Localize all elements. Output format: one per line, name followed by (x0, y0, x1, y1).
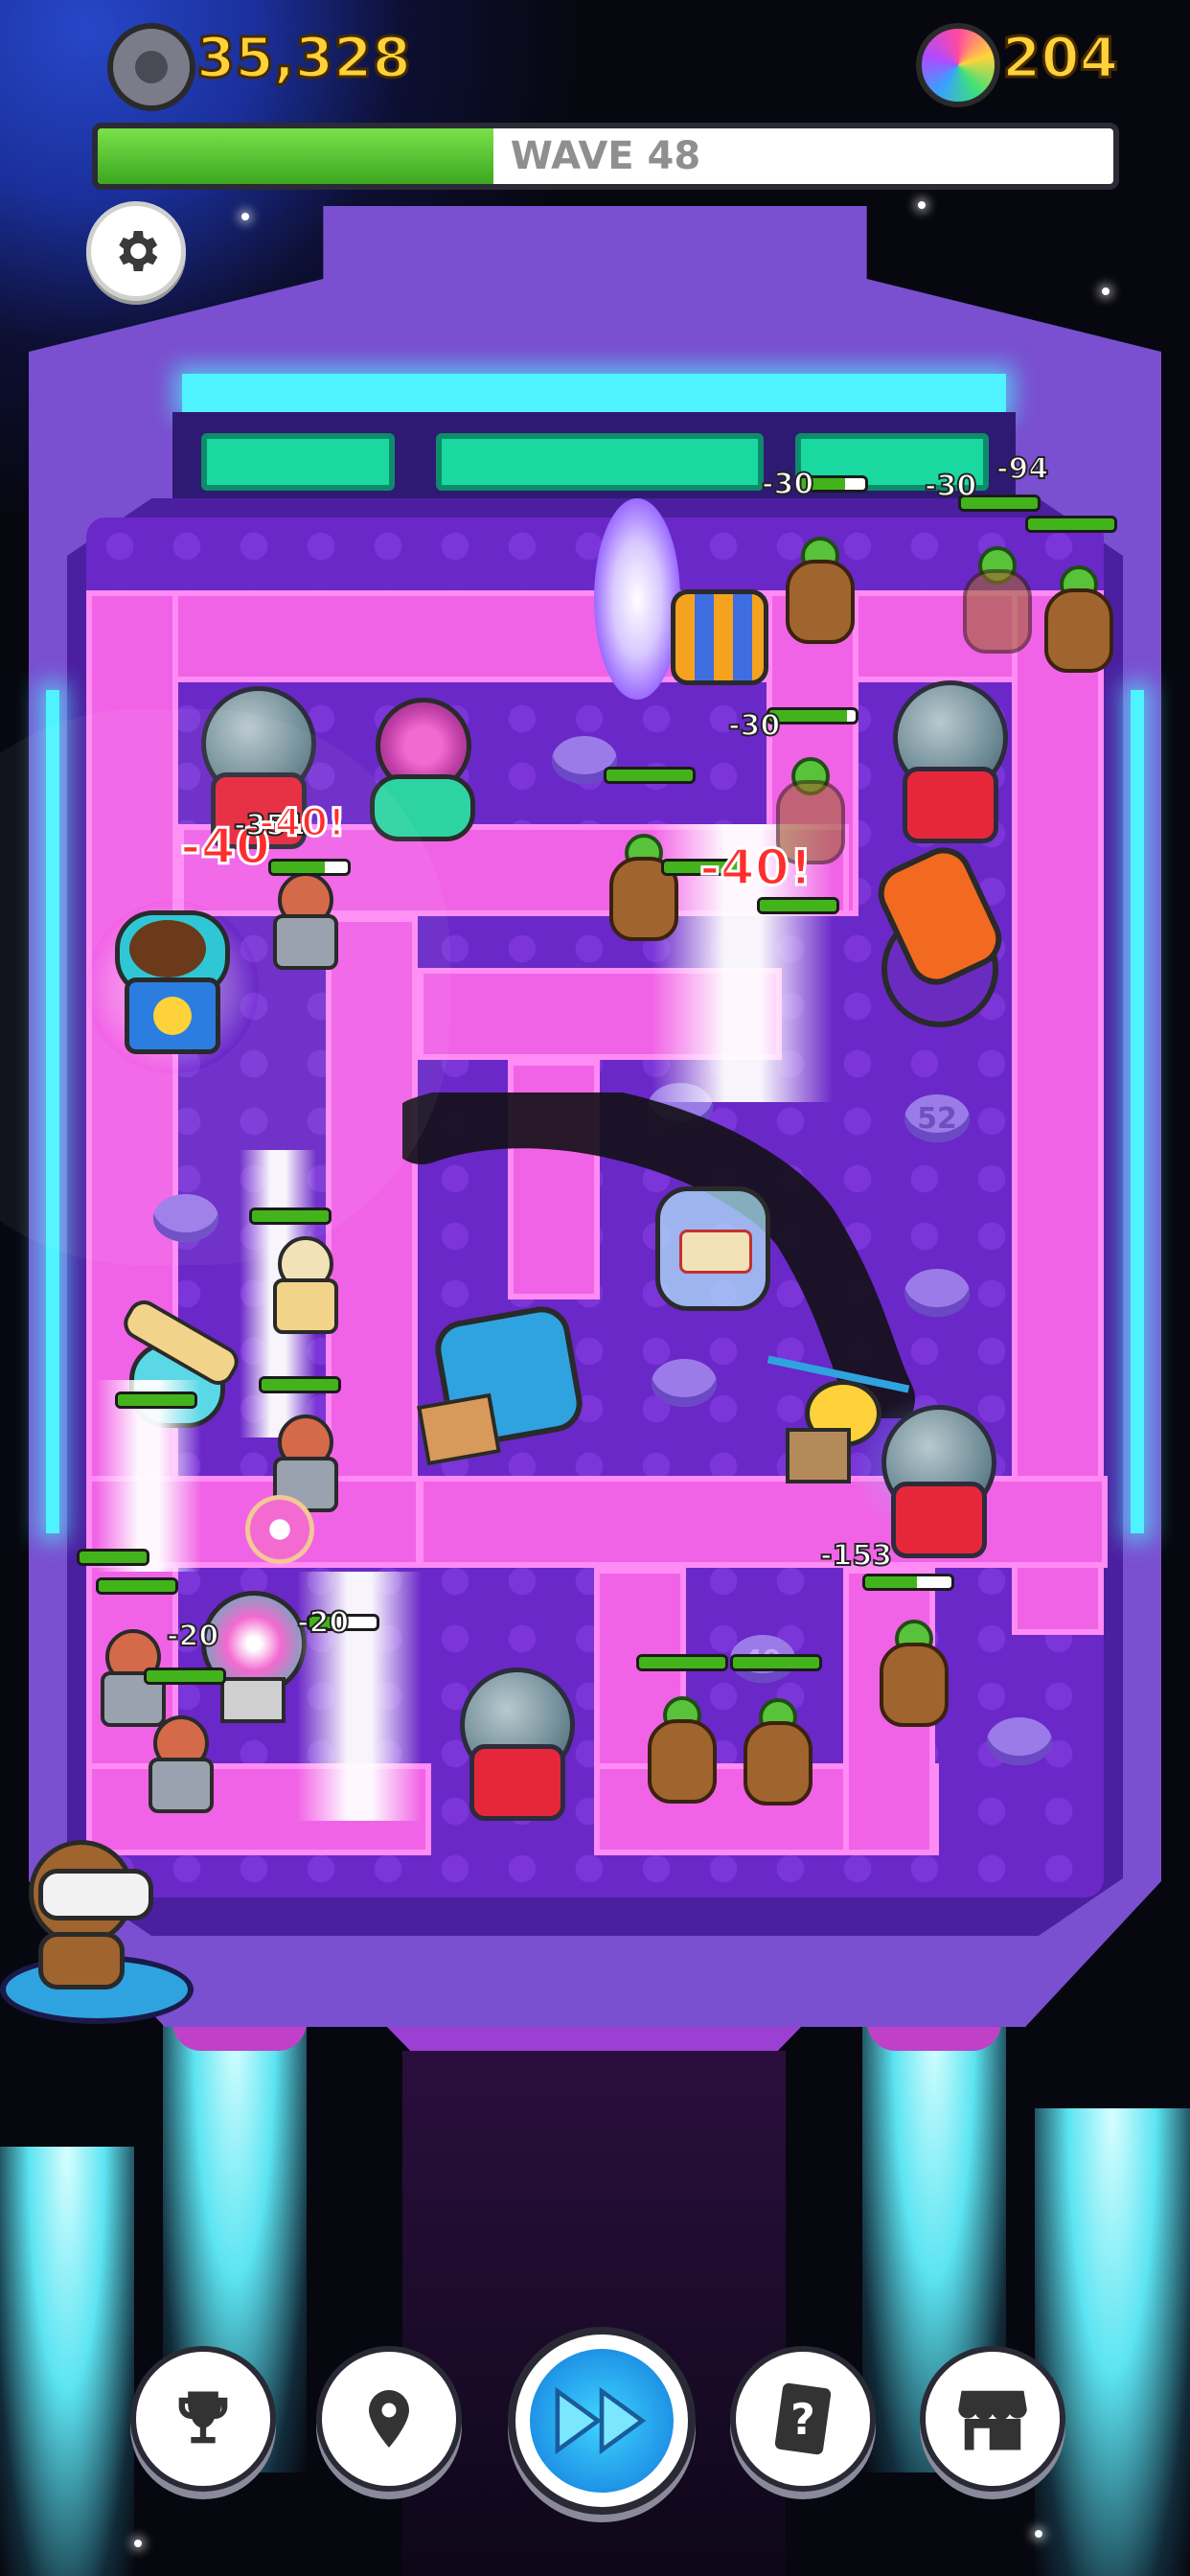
damage-number: -94 (995, 451, 1049, 487)
message-jar-tower[interactable] (655, 1186, 770, 1311)
coin-count: 35,328 (195, 24, 413, 92)
damage-number: -30 (924, 469, 977, 504)
cookie-sprout-enemy (963, 546, 1032, 654)
robot-enemy (144, 1715, 214, 1813)
svg-text:?: ? (790, 2396, 815, 2445)
enemy-health-bar (77, 1549, 149, 1566)
station-top-light (182, 374, 1006, 412)
enemy-health-bar (636, 1654, 728, 1671)
console-screen (436, 433, 764, 491)
damage-number-critical: -40! (698, 839, 814, 899)
enemy-health-bar (757, 897, 839, 914)
fast-forward-icon (555, 2386, 647, 2455)
map-button[interactable] (316, 2346, 462, 2492)
cookie-sprout-enemy (880, 1620, 949, 1727)
enemy-health-bar (115, 1392, 197, 1409)
shop-button[interactable] (920, 2346, 1065, 2492)
trophy-button[interactable] (130, 2346, 276, 2492)
damage-number-critical: -40! (258, 800, 347, 847)
coin-reel-icon (107, 23, 195, 111)
enemy-health-bar (604, 767, 696, 784)
gumball-tower[interactable] (853, 1395, 996, 1558)
damage-number: -20 (296, 1605, 350, 1641)
cookie-sprout-enemy (609, 834, 678, 941)
enemy-health-bar (96, 1577, 178, 1595)
spawn-portal (594, 498, 680, 700)
enemy-health-bar (767, 707, 858, 724)
cookie-sprout-enemy (786, 537, 855, 644)
enemy-health-bar (268, 859, 351, 876)
cookie-sprout-enemy (648, 1696, 717, 1804)
enemy-health-bar (862, 1574, 954, 1591)
damage-number: -153 (819, 1538, 893, 1574)
settings-button[interactable] (86, 201, 186, 301)
cookie-sprout-enemy (776, 757, 845, 864)
enemy-health-bar (1025, 516, 1117, 533)
cookie-sprout-enemy (646, 1092, 707, 1179)
barrel-prop (671, 589, 768, 685)
shop-icon (958, 2390, 1027, 2450)
toaster-tower[interactable] (417, 1301, 587, 1466)
rainbow-donut-icon (916, 23, 1000, 107)
robot-enemy (268, 872, 338, 970)
star (134, 2540, 142, 2547)
map-pin-icon (369, 2390, 409, 2448)
fast-forward-button[interactable] (508, 2327, 696, 2515)
fast-forward-button-inner (530, 2349, 674, 2493)
cookie-sprout-enemy (744, 1698, 812, 1806)
gear-icon (119, 231, 158, 271)
donut-pickup (245, 1495, 314, 1564)
wave-label: WAVE 48 (510, 134, 701, 178)
trophy-icon (178, 2391, 228, 2444)
gingerbread-hero[interactable] (19, 1840, 153, 1990)
empty-tower-slot[interactable] (153, 1194, 218, 1242)
wave-progress-bar: WAVE 48 (92, 123, 1119, 190)
light-beam (96, 1380, 201, 1572)
gem-count: 204 (1000, 24, 1119, 92)
enemy-health-bar (144, 1668, 226, 1685)
gumball-tower[interactable] (883, 680, 1008, 843)
gumball-tower[interactable] (450, 1668, 575, 1821)
side-light-left (46, 690, 59, 1533)
coconut-scale-tower[interactable] (105, 910, 230, 1054)
enemy-health-bar (249, 1208, 332, 1225)
enemy-health-bar (730, 1654, 822, 1671)
star (1102, 288, 1110, 295)
star (918, 201, 926, 209)
help-cards-button[interactable]: ? (730, 2346, 876, 2492)
damage-number: -30 (761, 467, 814, 502)
robot-enemy (268, 1236, 338, 1334)
empty-tower-slot[interactable] (987, 1717, 1052, 1765)
enemy-health-bar (259, 1376, 341, 1393)
damage-number: -20 (166, 1619, 219, 1654)
star (241, 213, 249, 220)
engine-jet (0, 2147, 134, 2576)
side-light-right (1131, 690, 1144, 1533)
donut-glaze-tower[interactable] (364, 698, 475, 841)
console-screen (201, 433, 395, 491)
engine-jet (1035, 2108, 1190, 2576)
damage-number: -30 (727, 708, 781, 744)
enemy-path-segment (418, 1476, 1108, 1568)
mixer-tower[interactable] (868, 838, 1012, 1027)
cookie-sprout-enemy (1044, 565, 1113, 673)
donut-glaze-tower[interactable] (192, 1591, 307, 1725)
help-card-icon: ? (774, 2382, 832, 2455)
